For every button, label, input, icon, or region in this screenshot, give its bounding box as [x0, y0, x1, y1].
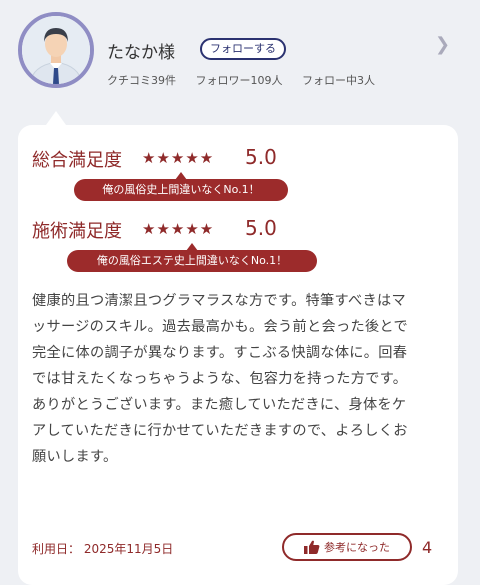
review-line: では甘えたくなっちゃうような、包容力を持った方です。 [32, 371, 408, 387]
helpful-count: 4 [422, 538, 433, 557]
follower-count[interactable]: フォロワー109人 [196, 74, 283, 87]
review-line: 願いします。 [32, 449, 118, 465]
card-pointer [46, 111, 66, 125]
following-count[interactable]: フォロー中3人 [302, 74, 375, 87]
treatment-score: 5.0 [245, 216, 277, 240]
treatment-satisfaction-label: 施術満足度 [32, 221, 122, 242]
review-line: 健康的且つ清潔且つグラマラスな方です。特筆すべきはマ [32, 293, 406, 309]
overall-satisfaction-label: 総合満足度 [32, 150, 122, 171]
review-text: 健康的且つ清潔且つグラマラスな方です。特筆すべきはマ ッサージのスキル。過去最高… [32, 288, 442, 470]
overall-star-rating: ★★★★★ [142, 149, 215, 167]
username[interactable]: たなか様 [107, 38, 175, 63]
treatment-star-rating: ★★★★★ [142, 220, 215, 238]
thumbs-up-icon [304, 540, 320, 554]
review-line: 完全に体の調子が異なります。すこぶる快調な体に。回春 [32, 345, 408, 361]
follow-button[interactable]: フォローする [200, 38, 286, 60]
overall-comment-badge: 俺の風俗史上間違いなくNo.1！ [74, 172, 288, 201]
treatment-comment-badge: 俺の風俗エステ史上間違いなくNo.1！ [67, 243, 317, 272]
review-line: ッサージのスキル。過去最高かも。会う前と会った後とで [32, 319, 408, 335]
chevron-right-icon[interactable]: ❯ [435, 34, 450, 55]
helpful-button[interactable]: 参考になった [282, 533, 412, 561]
review-line: アしていただきに行かせていただきますので、よろしくお [32, 423, 408, 439]
review-count[interactable]: クチコミ39件 [107, 74, 176, 87]
helpful-label: 参考になった [324, 541, 390, 554]
person-avatar-icon [22, 16, 90, 84]
review-line: ありがとうございます。また癒していただきに、身体をケ [32, 397, 407, 413]
overall-score: 5.0 [245, 145, 277, 169]
profile-stats: クチコミ39件 フォロワー109人 フォロー中3人 [107, 72, 391, 88]
usage-date: 利用日： 2025年11月5日 [32, 542, 174, 556]
avatar[interactable] [18, 12, 94, 88]
